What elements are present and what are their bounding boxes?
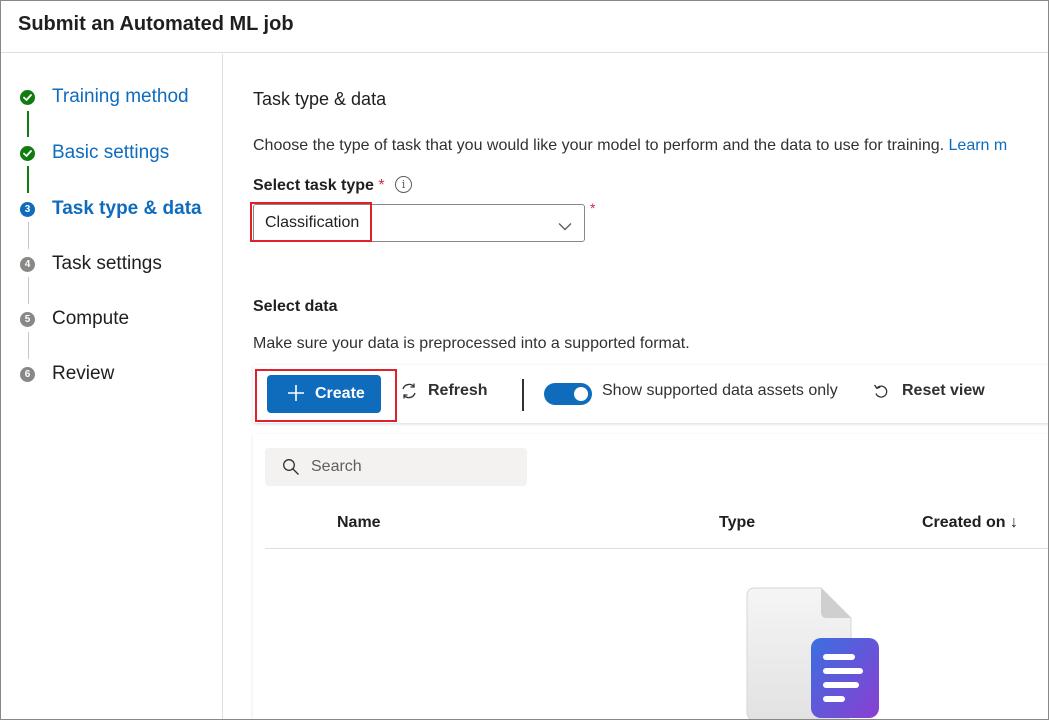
select-data-description: Make sure your data is preprocessed into… [253, 335, 690, 352]
step-number-badge: 3 [20, 202, 35, 217]
reset-view-label: Reset view [902, 382, 985, 399]
step-task-type-data[interactable]: 3 Task type & data [1, 194, 223, 224]
step-connector [27, 166, 29, 193]
search-box[interactable] [265, 448, 527, 486]
step-number-badge: 4 [20, 257, 35, 272]
step-label: Basic settings [52, 142, 170, 163]
step-number-badge: 5 [20, 312, 35, 327]
highlight-box [250, 202, 372, 242]
toggle-label: Show supported data assets only [602, 382, 838, 399]
step-connector [27, 332, 29, 359]
document-icon [741, 582, 881, 719]
step-label: Task settings [52, 253, 162, 274]
automl-job-dialog: Submit an Automated ML job Training meth… [0, 0, 1049, 720]
step-connector [27, 111, 29, 137]
reset-view-button[interactable]: Reset view [872, 382, 985, 400]
select-data-title: Select data [253, 298, 338, 315]
description-text: Choose the type of task that you would l… [253, 137, 945, 154]
section-title: Task type & data [253, 89, 387, 109]
field-label-text: Select task type [253, 177, 374, 194]
step-number-badge: 6 [20, 367, 35, 382]
undo-icon [873, 384, 888, 398]
learn-more-link[interactable]: Learn m [949, 137, 1008, 154]
column-header-type[interactable]: Type [719, 514, 755, 532]
step-label: Compute [52, 308, 130, 329]
wizard-steps-sidebar: Training method Basic settings 3 Task ty… [1, 54, 223, 719]
toggle-knob [574, 387, 588, 401]
info-icon[interactable]: i [395, 176, 412, 193]
grid-header-divider [265, 548, 1048, 549]
checkmark-icon [20, 90, 35, 105]
step-label: Training method [52, 86, 189, 107]
step-label: Task type & data [52, 198, 202, 219]
search-input[interactable] [311, 456, 511, 478]
required-marker: * [378, 177, 385, 194]
step-compute[interactable]: 5 Compute [1, 304, 223, 334]
data-assets-grid: Name Type Created on ↓ [253, 434, 1048, 719]
refresh-icon [402, 383, 416, 399]
toolbar-divider [522, 379, 524, 411]
required-marker: * [590, 200, 596, 216]
refresh-button[interactable]: Refresh [399, 382, 488, 400]
column-header-name[interactable]: Name [337, 514, 381, 532]
main-content: Task type & data Choose the type of task… [224, 54, 1048, 719]
highlight-box [255, 369, 397, 422]
supported-assets-toggle[interactable] [544, 383, 592, 405]
checkmark-icon [20, 146, 35, 161]
step-label: Review [52, 363, 115, 384]
task-type-label: Select task type * [253, 177, 385, 195]
dialog-header: Submit an Automated ML job [1, 1, 1048, 53]
step-connector [27, 222, 29, 249]
step-basic-settings[interactable]: Basic settings [1, 138, 223, 168]
step-task-settings[interactable]: 4 Task settings [1, 249, 223, 279]
chevron-down-icon [558, 218, 572, 236]
step-connector [27, 277, 29, 304]
refresh-label: Refresh [428, 382, 488, 399]
step-review[interactable]: 6 Review [1, 359, 223, 389]
column-header-created-on[interactable]: Created on ↓ [922, 514, 1018, 532]
search-icon [282, 458, 300, 481]
dialog-title: Submit an Automated ML job [18, 13, 294, 35]
task-description: Choose the type of task that you would l… [253, 137, 1007, 155]
step-training-method[interactable]: Training method [1, 82, 223, 112]
